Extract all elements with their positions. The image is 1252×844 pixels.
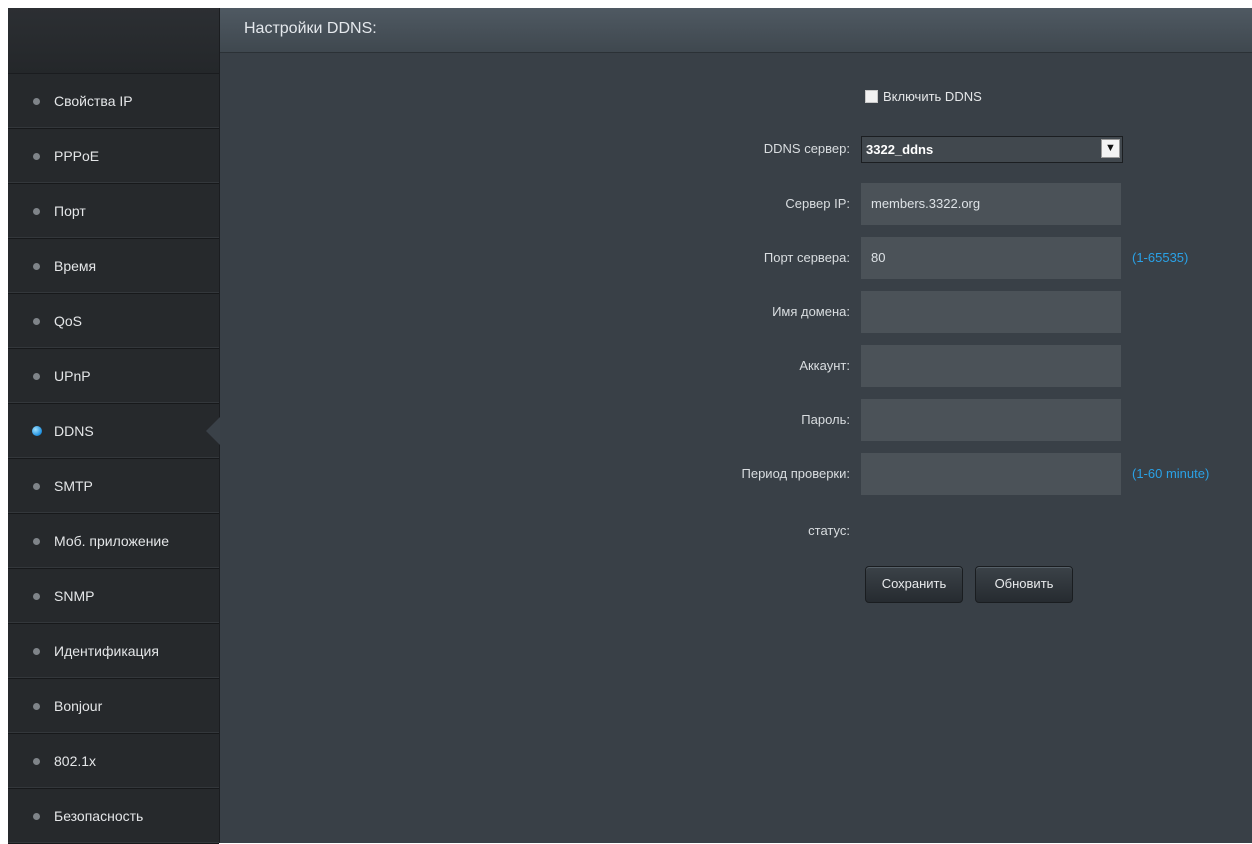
enable-ddns-label: Включить DDNS xyxy=(883,89,982,104)
server-ip-row: Сервер IP: members.3322.org xyxy=(220,183,1252,225)
sidebar-item-label: 802.1x xyxy=(54,753,97,769)
sidebar-item-label: QoS xyxy=(54,313,83,329)
bullet-icon xyxy=(33,757,40,765)
sidebar-item-port[interactable]: Порт xyxy=(8,184,219,239)
sidebar-item-label: Время xyxy=(54,258,97,274)
sidebar-item-time[interactable]: Время xyxy=(8,239,219,294)
sidebar-item-qos[interactable]: QoS xyxy=(8,294,219,349)
server-port-label: Порт сервера: xyxy=(763,250,850,265)
sidebar-item-pppoe[interactable]: PPPoE xyxy=(8,129,219,184)
bullet-icon xyxy=(33,812,40,820)
page-title: Настройки DDNS: xyxy=(220,8,1252,53)
sidebar-header xyxy=(8,8,219,74)
bullet-icon xyxy=(33,592,40,600)
bullet-icon xyxy=(33,537,40,545)
password-label: Пароль: xyxy=(801,412,850,427)
domain-row: Имя домена: xyxy=(220,291,1252,333)
checkbox-icon[interactable] xyxy=(865,90,878,103)
bullet-icon xyxy=(33,262,40,270)
bullet-icon xyxy=(33,702,40,710)
domain-input[interactable] xyxy=(861,291,1121,333)
settings-panel: Настройки DDNS: Включить DDNS DDNS серве… xyxy=(220,8,1252,843)
sidebar-item-label: Моб. приложение xyxy=(54,533,170,549)
status-label: статус: xyxy=(808,523,850,538)
server-port-hint: (1-65535) xyxy=(1132,250,1189,265)
sidebar-item-label: UPnP xyxy=(54,368,91,384)
sidebar-item-label: Bonjour xyxy=(54,698,103,714)
server-ip-input[interactable]: members.3322.org xyxy=(861,183,1121,225)
sidebar-item-smtp[interactable]: SMTP xyxy=(8,459,219,514)
domain-label: Имя домена: xyxy=(772,304,850,319)
status-row: статус: xyxy=(220,510,1252,552)
sidebar-item-ddns[interactable]: DDNS xyxy=(8,404,220,459)
save-button[interactable]: Сохранить xyxy=(865,566,963,603)
sidebar-item-label: Идентификация xyxy=(54,643,159,659)
ddns-server-select[interactable]: 3322_ddns ▼ xyxy=(861,136,1123,163)
period-hint: (1-60 minute) xyxy=(1132,466,1210,481)
sidebar-item-label: SNMP xyxy=(54,588,95,604)
password-input[interactable] xyxy=(861,399,1121,441)
server-port-row: Порт сервера: 80 (1-65535) xyxy=(220,237,1252,279)
sidebar-item-bonjour[interactable]: Bonjour xyxy=(8,679,219,734)
sidebar-item-mobile-app[interactable]: Моб. приложение xyxy=(8,514,219,569)
period-input[interactable] xyxy=(861,453,1121,495)
account-row: Аккаунт: xyxy=(220,345,1252,387)
sidebar-item-label: PPPoE xyxy=(54,148,100,164)
sidebar-item-label: Свойства IP xyxy=(54,93,133,109)
sidebar-item-snmp[interactable]: SNMP xyxy=(8,569,219,624)
bullet-icon xyxy=(33,647,40,655)
sidebar-item-label: Порт xyxy=(54,203,86,219)
account-label: Аккаунт: xyxy=(799,358,850,373)
sidebar-item-security[interactable]: Безопасность xyxy=(8,789,219,844)
sidebar-item-8021x[interactable]: 802.1x xyxy=(8,734,219,789)
sidebar-item-upnp[interactable]: UPnP xyxy=(8,349,219,404)
sidebar-item-label: Безопасность xyxy=(54,808,144,824)
sidebar-item-label: SMTP xyxy=(54,478,93,494)
account-input[interactable] xyxy=(861,345,1121,387)
bullet-icon xyxy=(33,97,40,105)
bullet-icon xyxy=(33,207,40,215)
enable-ddns-checkbox[interactable]: Включить DDNS xyxy=(865,90,982,104)
period-row: Период проверки: (1-60 minute) xyxy=(220,453,1252,495)
server-port-input[interactable]: 80 xyxy=(861,237,1121,279)
sidebar-item-identification[interactable]: Идентификация xyxy=(8,624,219,679)
ddns-server-label: DDNS сервер: xyxy=(763,141,850,156)
bullet-icon xyxy=(33,482,40,490)
period-label: Период проверки: xyxy=(741,466,851,481)
bullet-icon xyxy=(33,152,40,160)
bullet-icon xyxy=(33,317,40,325)
ddns-server-value: 3322_ddns xyxy=(866,142,934,157)
server-ip-label: Сервер IP: xyxy=(785,196,850,211)
sidebar-item-ip-properties[interactable]: Свойства IP xyxy=(8,74,219,129)
chevron-down-icon[interactable]: ▼ xyxy=(1101,139,1120,158)
sidebar-item-label: DDNS xyxy=(54,423,94,439)
sidebar: Свойства IP PPPoE Порт Время QoS UPnP DD… xyxy=(8,8,220,844)
refresh-button[interactable]: Обновить xyxy=(975,566,1073,603)
bullet-icon xyxy=(33,372,40,380)
active-bullet-icon xyxy=(32,426,42,437)
password-row: Пароль: xyxy=(220,399,1252,441)
